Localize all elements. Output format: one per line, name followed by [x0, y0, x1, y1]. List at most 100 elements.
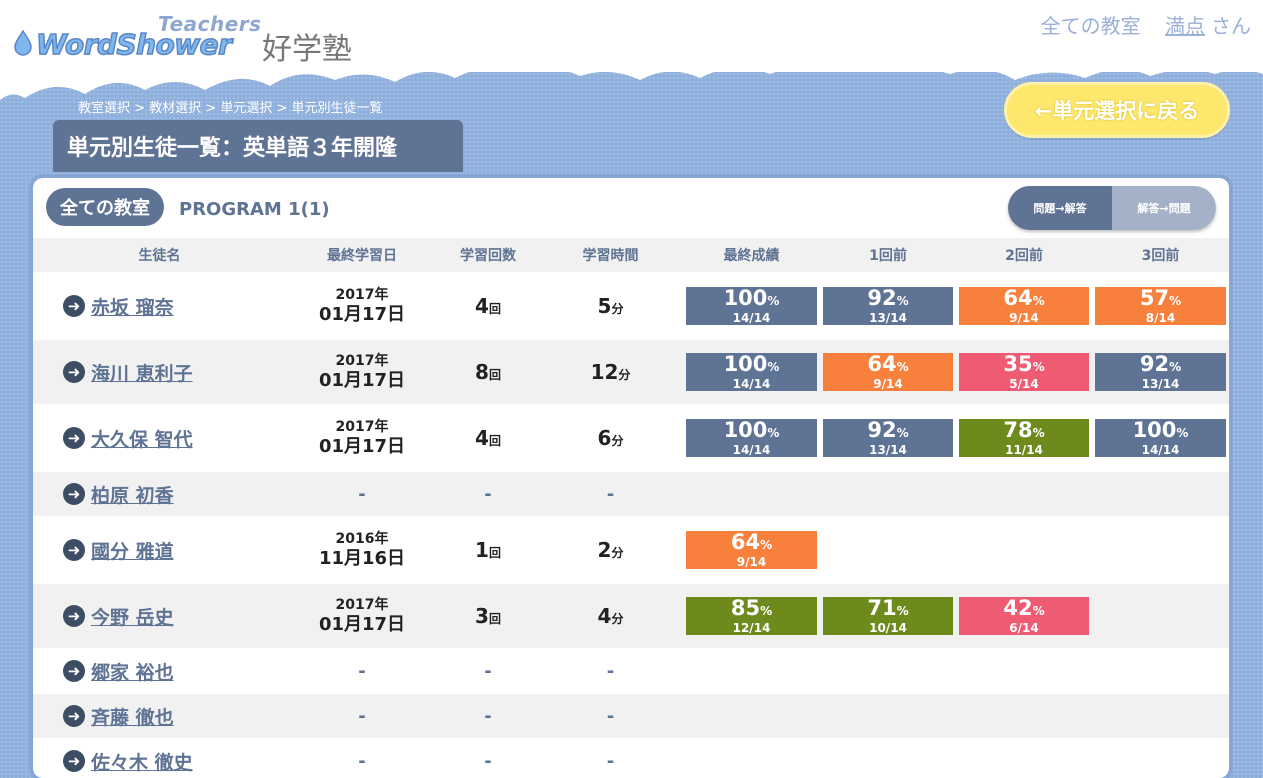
score-percent: 78 — [1003, 418, 1033, 443]
all-classes-link[interactable]: 全ての教室 — [1041, 14, 1141, 38]
arrow-right-icon[interactable]: ➜ — [63, 361, 85, 383]
empty-cell: - — [286, 738, 438, 778]
count-value: 4 — [475, 426, 489, 450]
score-box[interactable]: 57% 8/14 — [1095, 286, 1226, 325]
back-to-unit-select-button[interactable]: ←単元選択に戻る — [1004, 82, 1230, 138]
score-box[interactable]: 100% 14/14 — [686, 352, 817, 391]
student-name-link[interactable]: 斉藤 徹也 — [91, 703, 174, 730]
empty-cell: - — [286, 648, 438, 694]
score-percent: 100 — [1132, 418, 1177, 443]
arrow-right-icon[interactable]: ➜ — [63, 427, 85, 449]
score-percent: 100 — [723, 352, 768, 377]
arrow-right-icon[interactable]: ➜ — [63, 295, 85, 317]
student-name-cell: ➜ 郷家 裕也 — [33, 648, 286, 694]
empty-score-cell — [1092, 694, 1229, 738]
time-value: 12 — [590, 360, 619, 384]
study-count: 8回 — [438, 340, 538, 404]
student-name-link[interactable]: 赤坂 瑠奈 — [91, 293, 174, 320]
arrow-right-icon[interactable]: ➜ — [63, 705, 85, 727]
time-unit: 分 — [618, 368, 631, 382]
score-fraction: 14/14 — [732, 442, 771, 457]
score-fraction: 11/14 — [1005, 442, 1043, 457]
score-box[interactable]: 92% 13/14 — [823, 287, 953, 325]
score-fraction: 13/14 — [869, 442, 907, 457]
score-box[interactable]: 92% 13/14 — [1095, 353, 1226, 391]
study-count: 4回 — [438, 272, 538, 340]
student-name-link[interactable]: 佐々木 徹史 — [91, 748, 193, 775]
score-percent: 35 — [1003, 352, 1033, 377]
breadcrumb: 教室選択 > 教材選択 > 単元選択 > 単元別生徒一覧 — [78, 101, 383, 116]
empty-score-cell — [820, 738, 956, 778]
score-cell: 100% 14/14 — [683, 340, 820, 404]
score-box[interactable]: 100% 14/14 — [686, 287, 817, 325]
percent-sign: % — [1032, 294, 1045, 309]
last-study-date: 2016年 11月16日 — [286, 516, 438, 584]
student-name-link[interactable]: 大久保 智代 — [91, 425, 193, 452]
toggle-answer-to-question[interactable]: 解答→問題 — [1112, 186, 1216, 230]
class-filter-pill[interactable]: 全ての教室 — [46, 188, 164, 226]
student-name-link[interactable]: 國分 雅道 — [91, 537, 174, 564]
student-name-link[interactable]: 海川 恵利子 — [91, 359, 193, 386]
student-name-link[interactable]: 今野 岳史 — [91, 603, 174, 630]
program-label: PROGRAM 1(1) — [179, 199, 330, 220]
score-box[interactable]: 100% 14/14 — [1095, 418, 1226, 457]
count-unit: 回 — [488, 434, 501, 448]
study-time: 12分 — [538, 340, 683, 404]
logo-wordshower: WordShower — [35, 27, 232, 62]
score-box[interactable]: 35% 5/14 — [959, 352, 1089, 391]
empty-cell: - — [286, 472, 438, 516]
score-box[interactable]: 100% 14/14 — [686, 419, 817, 457]
study-time: 6分 — [538, 404, 683, 472]
score-cell: 42% 6/14 — [956, 584, 1092, 648]
score-percent: 92 — [867, 418, 897, 443]
last-study-date: 2017年 01月17日 — [286, 340, 438, 404]
student-name-cell: ➜ 今野 岳史 — [33, 584, 286, 648]
date-year: 2016年 — [335, 530, 389, 547]
study-count: 4回 — [438, 404, 538, 472]
student-name-link[interactable]: 郷家 裕也 — [91, 658, 174, 685]
table-row: ➜ 斉藤 徹也 - - - — [33, 694, 1229, 738]
date-year: 2017年 — [335, 596, 389, 613]
score-box[interactable]: 64% 9/14 — [686, 531, 817, 569]
empty-score-cell — [956, 472, 1092, 516]
arrow-right-icon[interactable]: ➜ — [63, 660, 85, 682]
arrow-right-icon[interactable]: ➜ — [63, 539, 85, 561]
score-box[interactable]: 64% 9/14 — [823, 353, 953, 391]
score-fraction: 10/14 — [869, 620, 907, 635]
table-row: ➜ 郷家 裕也 - - - — [33, 648, 1229, 694]
empty-score-cell — [956, 738, 1092, 778]
count-unit: 回 — [488, 612, 501, 626]
empty-cell: - — [538, 694, 683, 738]
column-header: 学習時間 — [538, 238, 683, 272]
score-box[interactable]: 64% 9/14 — [959, 287, 1089, 325]
logo[interactable]: Teachers WordShower 好学塾 — [14, 12, 364, 67]
time-value: 5 — [597, 294, 612, 318]
arrow-right-icon[interactable]: ➜ — [63, 605, 85, 627]
score-box[interactable]: 85% 12/14 — [686, 597, 817, 635]
empty-score-cell — [956, 648, 1092, 694]
score-fraction: 13/14 — [1141, 376, 1180, 391]
arrow-right-icon[interactable]: ➜ — [63, 483, 85, 505]
score-cell: 100% 14/14 — [683, 404, 820, 472]
student-name-link[interactable]: 柏原 初香 — [91, 481, 174, 508]
score-box[interactable]: 92% 13/14 — [823, 418, 953, 457]
arrow-right-icon[interactable]: ➜ — [63, 750, 85, 772]
score-box[interactable]: 78% 11/14 — [959, 418, 1089, 457]
table-row: ➜ 國分 雅道 2016年 11月16日 1回 2分 64% 9/14 — [33, 516, 1229, 584]
score-fraction: 9/14 — [873, 376, 903, 391]
score-box[interactable]: 42% 6/14 — [959, 597, 1089, 635]
date-month-day: 11月16日 — [318, 547, 406, 569]
column-header: 1回前 — [820, 238, 956, 272]
empty-score-cell — [820, 472, 956, 516]
dash: - — [606, 750, 615, 772]
score-percent: 57 — [1139, 286, 1170, 311]
page-title: 単元別生徒一覧：英単語３年開隆 — [53, 120, 463, 172]
toggle-question-to-answer[interactable]: 問題→解答 — [1008, 186, 1112, 230]
time-value: 2 — [597, 538, 612, 562]
user-name-link[interactable]: 満点 — [1165, 14, 1205, 38]
percent-sign: % — [896, 604, 909, 619]
time-unit: 分 — [611, 434, 624, 448]
score-percent: 71 — [867, 596, 897, 621]
score-box[interactable]: 71% 10/14 — [823, 596, 953, 635]
time-unit: 分 — [611, 612, 624, 626]
